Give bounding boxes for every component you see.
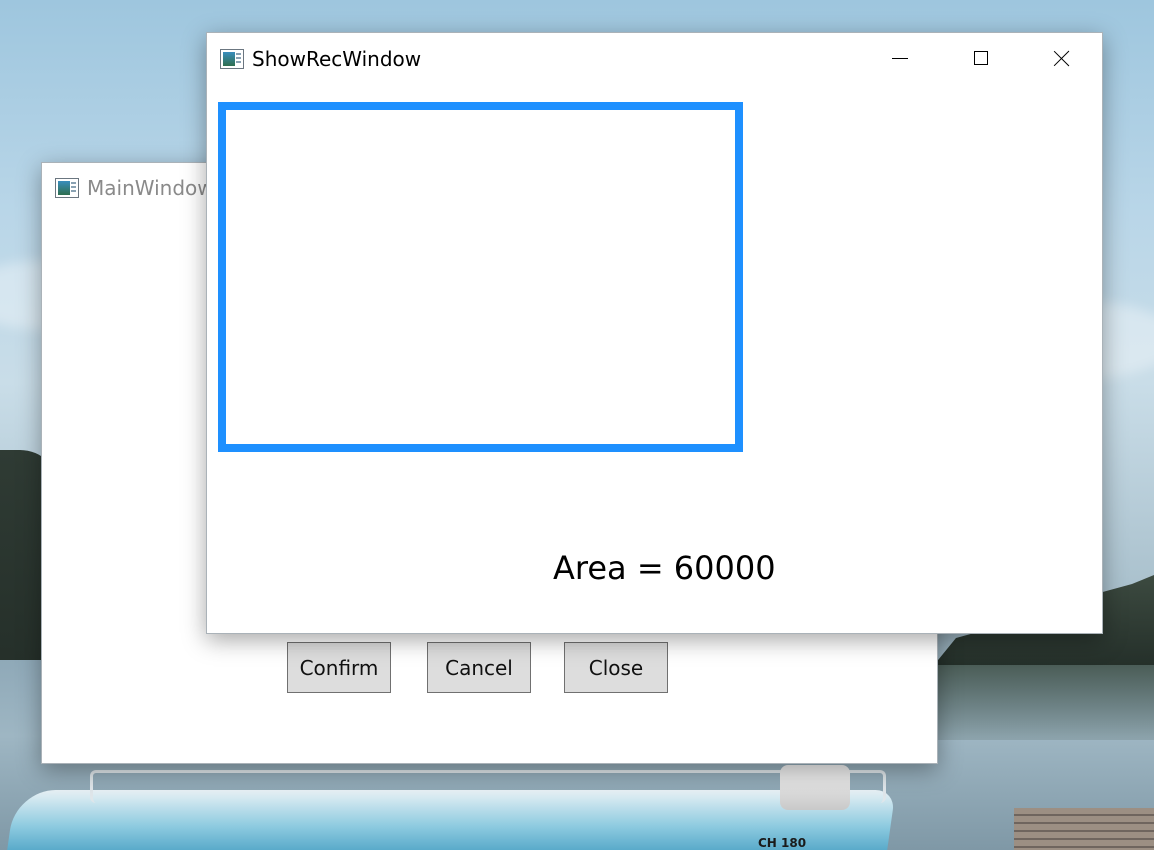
- maximize-button[interactable]: [941, 33, 1021, 83]
- main-window-title: MainWindow: [87, 176, 214, 200]
- boat-registration: CH 180: [758, 836, 807, 850]
- minimize-icon: [892, 57, 908, 59]
- rec-window-title: ShowRecWindow: [252, 47, 422, 71]
- show-rec-window[interactable]: ShowRecWindow Area = 60000: [206, 32, 1103, 634]
- area-label: Area = 60000: [553, 549, 776, 587]
- confirm-button[interactable]: Confirm: [287, 642, 391, 693]
- dock-image: [1014, 808, 1154, 850]
- maximize-icon: [974, 51, 988, 65]
- minimize-button[interactable]: [860, 33, 940, 83]
- rec-window-titlebar[interactable]: ShowRecWindow: [207, 33, 1102, 83]
- cancel-button[interactable]: Cancel: [427, 642, 531, 693]
- app-window-icon: [55, 178, 79, 198]
- rectangle-shape: [218, 102, 743, 452]
- close-icon: [1054, 50, 1070, 66]
- app-window-icon: [220, 49, 244, 69]
- close-button[interactable]: Close: [564, 642, 668, 693]
- window-close-button[interactable]: [1022, 33, 1102, 83]
